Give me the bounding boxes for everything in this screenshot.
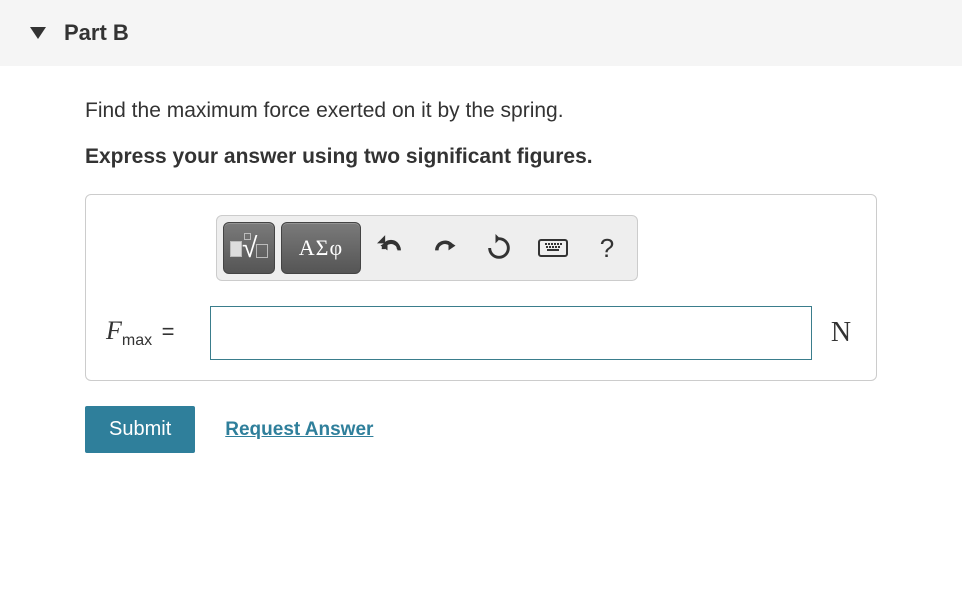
greek-symbols-button[interactable]: ΑΣφ [281,222,361,274]
answer-input[interactable] [210,306,812,360]
answer-box: √ ΑΣφ [85,194,877,381]
collapse-icon [30,27,46,39]
radical-template-icon: √ [230,231,268,265]
undo-icon [377,234,405,262]
content-area: Find the maximum force exerted on it by … [0,66,962,453]
variable-base: F [106,316,122,345]
redo-icon [431,234,459,262]
submit-button[interactable]: Submit [85,406,195,453]
undo-button[interactable] [367,222,415,274]
equals-sign: = [162,319,175,344]
equation-toolbar: √ ΑΣφ [216,215,638,281]
question-text: Find the maximum force exerted on it by … [85,96,877,125]
action-row: Submit Request Answer [85,406,877,453]
redo-button[interactable] [421,222,469,274]
request-answer-link[interactable]: Request Answer [225,419,373,441]
instruction-text: Express your answer using two significan… [85,145,877,169]
keyboard-icon [538,239,568,257]
templates-button[interactable]: √ [223,222,275,274]
unit-label: N [826,317,856,349]
reset-button[interactable] [475,222,523,274]
variable-label: Fmax = [106,316,196,350]
variable-subscript: max [122,332,152,349]
keyboard-button[interactable] [529,222,577,274]
part-title: Part B [64,20,129,46]
help-button[interactable]: ? [583,222,631,274]
reset-icon [485,234,513,262]
answer-row: Fmax = N [106,306,856,360]
part-header[interactable]: Part B [0,0,962,66]
help-icon: ? [600,233,614,264]
